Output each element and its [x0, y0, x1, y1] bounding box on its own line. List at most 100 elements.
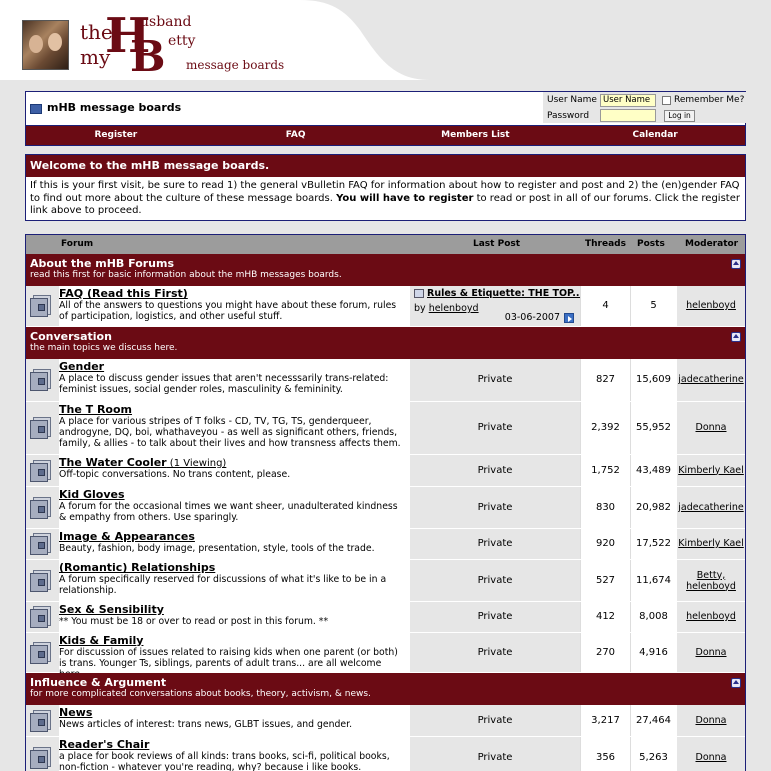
last-post-private: Private: [477, 464, 513, 476]
category-title[interactable]: About the mHB Forums: [30, 257, 174, 270]
username-input[interactable]: User Name: [600, 94, 656, 107]
header-moderator: Moderator: [685, 239, 739, 249]
moderator-link[interactable]: Donna: [677, 715, 745, 726]
welcome-text: If this is your first visit, be sure to …: [26, 177, 745, 221]
last-post-private: Private: [477, 538, 513, 549]
login-button[interactable]: Log in: [664, 110, 695, 122]
table-row: Kids & Family For discussion of issues r…: [26, 633, 745, 680]
post-count: 55,952: [636, 422, 671, 433]
last-post-by-prefix: by: [414, 303, 429, 314]
forum-title-link[interactable]: Gender: [59, 360, 104, 373]
thread-count: 356: [595, 751, 616, 763]
forum-title-wrap: The Water Cooler (1 Viewing): [59, 456, 226, 469]
last-post-private: Private: [477, 751, 513, 763]
forum-title-link[interactable]: The Water Cooler: [59, 456, 167, 469]
forum-description: ** You must be 18 or over to read or pos…: [59, 616, 329, 627]
moderator-link[interactable]: Kimberly Kael: [677, 465, 745, 476]
table-row: Kid Gloves A forum for the occasional ti…: [26, 487, 745, 529]
board-title-text: mHB message boards: [47, 101, 182, 114]
category-title[interactable]: Conversation: [30, 330, 112, 343]
header-posts: Posts: [637, 239, 665, 249]
password-input[interactable]: [600, 109, 656, 122]
thread-count: 920: [595, 538, 616, 549]
moderator-link[interactable]: jadecatherine: [677, 374, 745, 385]
collapse-icon[interactable]: [731, 678, 741, 688]
post-count: 8,008: [639, 611, 668, 622]
forum-folder-icon: [30, 746, 53, 769]
table-row: The T Room A place for various stripes o…: [26, 402, 745, 455]
table-row: Gender A place to discuss gender issues …: [26, 359, 745, 402]
table-row: Reader's Chair a place for book reviews …: [26, 737, 745, 771]
thread-count: 830: [595, 501, 616, 513]
site-header: the my H usband B etty message boards: [0, 0, 771, 81]
forum-description: Beauty, fashion, body image, presentatio…: [59, 543, 375, 554]
welcome-text-2: for information about how to register an…: [367, 180, 662, 191]
forum-list-table: Forum Last Post Threads Posts Moderator …: [25, 234, 746, 771]
vbulletin-faq-link[interactable]: vBulletin FAQ: [301, 180, 367, 191]
nav-calendar[interactable]: Calendar: [565, 126, 745, 145]
moderator-link[interactable]: Donna: [677, 752, 745, 763]
category-header: Conversation the main topics we discuss …: [26, 327, 745, 359]
moderator-link[interactable]: helenboyd: [686, 581, 736, 592]
forum-title-link[interactable]: FAQ (Read this First): [59, 287, 188, 300]
header-forum: Forum: [61, 239, 94, 249]
last-post-thread-link[interactable]: Rules & Etiquette: THE TOP...: [427, 288, 583, 299]
moderator-link[interactable]: jadecatherine: [677, 502, 745, 513]
forum-description: Off-topic conversations. No trans conten…: [59, 469, 291, 480]
logo-usband: usband: [140, 14, 192, 30]
nav-register[interactable]: Register: [26, 126, 206, 145]
last-post-private: Private: [477, 374, 513, 385]
go-to-last-post-icon[interactable]: [564, 313, 574, 323]
forum-folder-icon: [30, 641, 53, 664]
forum-folder-icon: [30, 369, 53, 391]
category-description: the main topics we discuss here.: [30, 343, 178, 353]
forum-title-link[interactable]: Kids & Family: [59, 634, 143, 647]
moderator-link[interactable]: Betty,: [697, 570, 725, 581]
moderator-link[interactable]: Donna: [677, 647, 745, 658]
forum-title-link[interactable]: Kid Gloves: [59, 488, 125, 501]
remember-me-checkbox[interactable]: [662, 96, 671, 105]
forum-folder-icon: [30, 417, 53, 439]
moderator-link[interactable]: helenboyd: [677, 611, 745, 622]
post-count: 43,489: [636, 464, 671, 476]
board-title[interactable]: mHB message boards: [30, 101, 181, 114]
table-row: Image & Appearances Beauty, fashion, bod…: [26, 529, 745, 560]
last-post-user-link[interactable]: helenboyd: [429, 303, 479, 314]
forum-title-link[interactable]: (Romantic) Relationships: [59, 561, 215, 574]
nav-faq[interactable]: FAQ: [206, 126, 386, 145]
last-post-private: Private: [477, 714, 513, 726]
collapse-icon[interactable]: [731, 259, 741, 269]
table-row: News News articles of interest: trans ne…: [26, 705, 745, 737]
forum-title-link[interactable]: The T Room: [59, 403, 132, 416]
forum-title-link[interactable]: Reader's Chair: [59, 738, 149, 751]
post-count: 15,609: [636, 374, 671, 385]
last-post-private: Private: [477, 611, 513, 622]
last-post-private: Private: [477, 574, 513, 586]
category-description: for more complicated conversations about…: [30, 689, 371, 699]
forum-description: A forum specifically reserved for discus…: [59, 574, 387, 596]
moderator-link[interactable]: helenboyd: [677, 300, 745, 311]
forum-description: a place for book reviews of all kinds: t…: [59, 751, 390, 771]
forum-folder-icon: [30, 533, 53, 555]
table-row: FAQ (Read this First) All of the answers…: [26, 286, 745, 327]
thread-count: 4: [602, 300, 609, 311]
forum-description: A place for various stripes of T folks -…: [59, 416, 401, 449]
forum-description: All of the answers to questions you migh…: [59, 300, 397, 322]
engender-faq-link[interactable]: (en)gender FAQ: [661, 180, 739, 191]
last-post-private: Private: [477, 646, 513, 658]
nav-links: Register FAQ Members List Calendar: [26, 125, 745, 145]
forum-title-link[interactable]: Sex & Sensibility: [59, 603, 164, 616]
forum-title-link[interactable]: News: [59, 706, 92, 719]
forum-folder-icon: [30, 459, 53, 482]
thread-count: 1,752: [591, 464, 620, 476]
category-title[interactable]: Influence & Argument: [30, 676, 166, 689]
nav-members-list[interactable]: Members List: [386, 126, 566, 145]
last-post-date: 03-06-2007: [504, 312, 560, 323]
forum-description: News articles of interest: trans news, G…: [59, 719, 353, 730]
collapse-icon[interactable]: [731, 332, 741, 342]
moderator-link[interactable]: Kimberly Kael: [677, 538, 745, 549]
moderator-link[interactable]: Donna: [677, 422, 745, 433]
forum-home-icon: [30, 103, 42, 114]
forum-title-link[interactable]: Image & Appearances: [59, 530, 195, 543]
forum-folder-icon: [30, 295, 53, 317]
